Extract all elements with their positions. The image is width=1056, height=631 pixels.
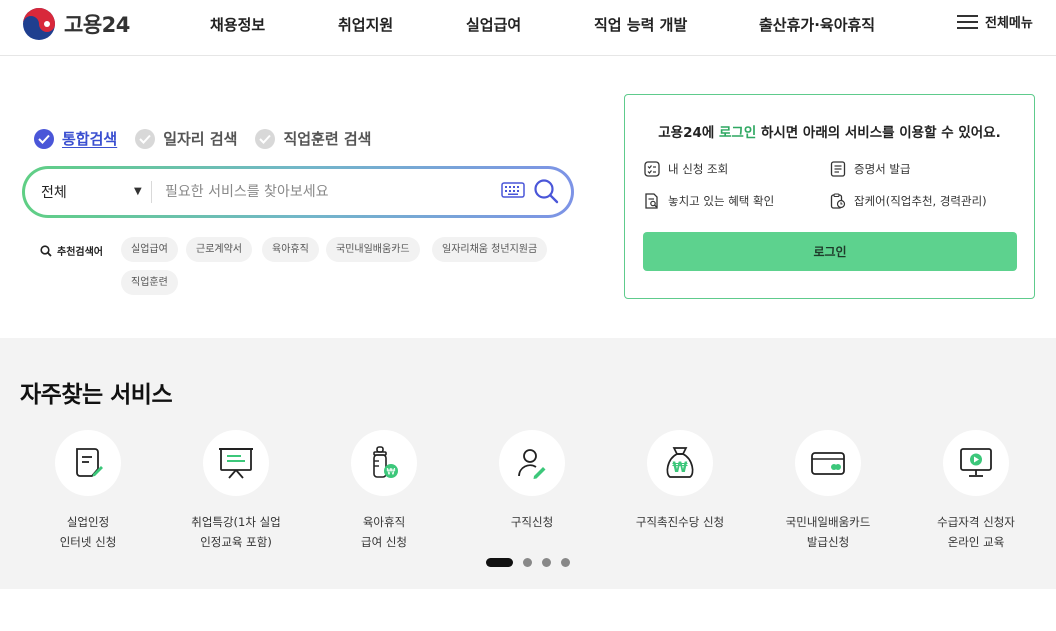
- document-pen-icon: [76, 448, 103, 477]
- document-search-icon: [645, 193, 658, 209]
- chevron-down-icon[interactable]: ▼: [134, 186, 142, 197]
- search-scope-select[interactable]: 전체: [41, 169, 67, 215]
- nav-unemployment-benefit[interactable]: 실업급여: [466, 14, 521, 35]
- divider: [151, 181, 152, 203]
- check-icon: [255, 128, 276, 149]
- person-pen-icon: [518, 449, 546, 479]
- tab-label: 직업훈련 검색: [283, 130, 372, 148]
- pagination-dot-active[interactable]: [486, 558, 513, 567]
- all-menu-label: 전체메뉴: [985, 16, 1033, 31]
- search-box: 전체 ▼: [22, 166, 574, 218]
- site-header: 고용24 채용정보 취업지원 실업급여 직업 능력 개발 출산휴가·육아휴직 전…: [0, 0, 1056, 56]
- all-menu-button[interactable]: 전체메뉴: [957, 12, 1033, 31]
- logo-text: 고용24: [64, 13, 130, 37]
- keyboard-icon[interactable]: [501, 182, 525, 198]
- certificate-icon: [830, 161, 846, 177]
- hamburger-icon: [957, 14, 978, 29]
- service-jobcare[interactable]: 잡케어(직업추천, 경력관리): [830, 193, 987, 209]
- tab-label: 통합검색: [62, 130, 118, 148]
- tab-training-search[interactable]: 직업훈련 검색: [255, 128, 371, 149]
- service-my-application[interactable]: 내 신청 조회: [644, 161, 728, 177]
- pagination-dot[interactable]: [561, 558, 570, 567]
- presentation-board-icon: [219, 448, 253, 479]
- nav-employment-support[interactable]: 취업지원: [338, 14, 393, 35]
- service-job-application[interactable]: 구직신청: [462, 430, 602, 532]
- logo[interactable]: 고용24: [22, 7, 130, 41]
- nav-vocational-training[interactable]: 직업 능력 개발: [594, 14, 687, 35]
- service-employment-lecture[interactable]: 취업특강(1차 실업 인정교육 포함): [166, 430, 306, 552]
- tab-label: 일자리 검색: [163, 130, 238, 148]
- section-title: 자주찾는 서비스: [20, 382, 173, 408]
- login-prompt: 고용24에 로그인 하시면 아래의 서비스를 이용할 수 있어요.: [658, 125, 1001, 141]
- keyword-chip[interactable]: 직업훈련: [121, 270, 178, 295]
- service-parental-leave[interactable]: ₩ 육아휴직 급여 신청: [314, 430, 454, 552]
- service-unemployment-recognition[interactable]: 실업인정 인터넷 신청: [18, 430, 158, 552]
- service-benefit-check[interactable]: 놓치고 있는 혜택 확인: [644, 193, 774, 209]
- service-learning-card[interactable]: 국민내일배움카드 발급신청: [758, 430, 898, 552]
- nav-maternity-leave[interactable]: 출산휴가·육아휴직: [759, 14, 875, 35]
- search-tabs: 통합검색 일자리 검색 직업훈련 검색: [34, 128, 389, 149]
- check-icon: [34, 128, 54, 149]
- frequent-services-section: 자주찾는 서비스 실업인정 인터넷 신청 취업특강(1차 실업 인정교육 포함): [0, 338, 1056, 589]
- keyword-chip[interactable]: 일자리채움 청년지원금: [432, 237, 548, 262]
- monitor-play-icon: [960, 448, 992, 477]
- keyword-chip[interactable]: 실업급여: [121, 237, 178, 262]
- carousel-pagination: [486, 558, 570, 567]
- taegeuk-logo-icon: [23, 8, 55, 40]
- recommended-title: 추천검색어: [40, 243, 103, 258]
- check-icon: [135, 128, 156, 149]
- login-button[interactable]: 로그인: [643, 232, 1017, 271]
- search-scope-value: 전체: [41, 185, 67, 201]
- search-input[interactable]: [165, 179, 495, 205]
- pagination-dot[interactable]: [523, 558, 532, 567]
- service-job-seeking-allowance[interactable]: ₩ 구직촉진수당 신청: [610, 430, 750, 532]
- tab-integrated-search[interactable]: 통합검색: [34, 128, 117, 149]
- keyword-chip[interactable]: 국민내일배움카드: [326, 237, 420, 262]
- keyword-chip[interactable]: 육아휴직: [262, 237, 319, 262]
- search-icon[interactable]: [533, 178, 559, 204]
- pagination-dot[interactable]: [542, 558, 551, 567]
- nav-recruit-info[interactable]: 채용정보: [210, 14, 265, 35]
- svg-text:₩: ₩: [672, 460, 688, 476]
- clipboard-clock-icon: [830, 193, 846, 209]
- svg-text:₩: ₩: [387, 468, 396, 478]
- service-online-education[interactable]: 수급자격 신청자 온라인 교육: [906, 430, 1046, 552]
- money-bag-icon: ₩: [666, 447, 694, 478]
- login-card: 고용24에 로그인 하시면 아래의 서비스를 이용할 수 있어요. 내 신청 조…: [624, 94, 1035, 299]
- keyword-chip[interactable]: 근로계약서: [186, 237, 252, 262]
- checklist-icon: [644, 161, 660, 177]
- search-icon: [40, 244, 52, 257]
- card-icon: [811, 452, 845, 475]
- baby-bottle-icon: ₩: [373, 446, 398, 478]
- tab-job-search[interactable]: 일자리 검색: [135, 128, 237, 149]
- service-certificate[interactable]: 증명서 발급: [830, 161, 911, 177]
